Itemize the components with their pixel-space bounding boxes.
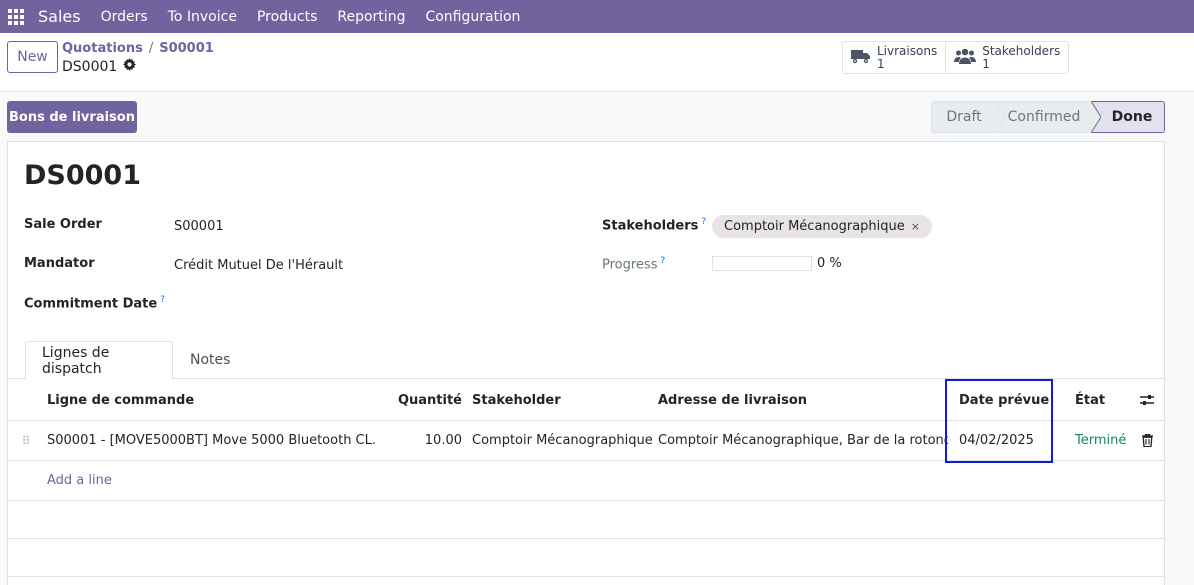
table-row[interactable]: ⠿ S00001 - [MOVE5000BT] Move 5000 Blueto… <box>8 421 1164 461</box>
breadcrumb-separator: / <box>148 41 154 56</box>
progress-text: 0 % <box>817 256 842 271</box>
stakeholder-tag[interactable]: Comptoir Mécanographique × <box>712 215 932 238</box>
help-icon[interactable]: ? <box>660 256 665 266</box>
current-record: DS0001 <box>62 58 137 75</box>
smart-title: Livraisons <box>877 43 938 58</box>
col-stakeholder[interactable]: Stakeholder <box>472 380 652 420</box>
notebook-tabs: Lignes de dispatch Notes <box>8 341 1164 380</box>
truck-icon <box>851 48 871 68</box>
col-date-prevue[interactable]: Date prévue <box>959 380 1055 420</box>
mandator-value[interactable]: Crédit Mutuel De l'Hérault <box>174 258 343 273</box>
empty-row <box>8 501 1164 539</box>
gear-icon[interactable] <box>123 58 137 75</box>
stakeholders-smart-button[interactable]: Stakeholders 1 <box>945 42 1068 73</box>
label-text: Stakeholders <box>602 218 699 234</box>
menu-products[interactable]: Products <box>247 9 327 25</box>
label-text: Sale Order <box>24 217 102 232</box>
breadcrumb-quotations[interactable]: Quotations <box>62 41 143 56</box>
help-icon[interactable]: ? <box>160 295 165 305</box>
progress-bar <box>712 256 812 271</box>
menu-reporting[interactable]: Reporting <box>327 9 415 25</box>
stage-confirmed[interactable]: Confirmed <box>996 101 1101 133</box>
stage-done[interactable]: Done <box>1092 101 1165 133</box>
commitment-date-label: Commitment Date? <box>24 295 165 311</box>
cell-adresse[interactable]: Comptoir Mécanographique, Bar de la roto… <box>658 421 948 460</box>
stage-label: Confirmed <box>1007 109 1081 125</box>
sale-order-label: Sale Order <box>24 217 102 232</box>
add-line-row: Add a line <box>8 461 1164 501</box>
menu-to-invoice[interactable]: To Invoice <box>158 9 247 25</box>
stage-draft[interactable]: Draft <box>931 101 1005 133</box>
cell-stakeholder[interactable]: Comptoir Mécanographique <box>472 421 652 460</box>
tag-remove-icon[interactable]: × <box>911 220 920 233</box>
col-adresse-de-livraison[interactable]: Adresse de livraison <box>658 380 948 420</box>
app-name[interactable]: Sales <box>38 7 81 26</box>
cell-date-prevue[interactable]: 04/02/2025 <box>959 421 1055 460</box>
stakeholders-label: Stakeholders? <box>602 217 706 233</box>
smart-buttons: Livraisons 1 Stakeholders 1 <box>842 41 1070 74</box>
label-text: Commitment Date <box>24 296 158 312</box>
smart-value: 1 <box>982 56 990 71</box>
smart-title: Stakeholders <box>982 43 1061 58</box>
breadcrumb-order[interactable]: S00001 <box>159 41 214 56</box>
optional-columns-icon[interactable] <box>1136 380 1158 420</box>
stage-label: Done <box>1111 109 1153 125</box>
col-quantite[interactable]: Quantité <box>388 380 462 420</box>
mandator-label: Mandator <box>24 256 95 271</box>
status-bar: Draft Confirmed Done <box>931 101 1165 133</box>
drag-handle-icon[interactable]: ⠿ <box>18 421 34 460</box>
tab-lignes-de-dispatch[interactable]: Lignes de dispatch <box>25 341 173 380</box>
sale-order-value[interactable]: S00001 <box>174 219 224 234</box>
users-icon <box>954 48 977 68</box>
cell-etat: Terminé <box>1075 433 1127 448</box>
stage-chevron <box>1091 101 1101 133</box>
label-text: Progress <box>602 257 658 273</box>
top-navbar: Sales Orders To Invoice Products Reporti… <box>0 0 1194 33</box>
dispatch-lines-table: Ligne de commande Quantité Stakeholder A… <box>8 380 1164 577</box>
record-name: DS0001 <box>62 58 118 75</box>
add-a-line-link[interactable]: Add a line <box>47 461 377 500</box>
col-ligne-de-commande[interactable]: Ligne de commande <box>47 380 377 420</box>
form-sheet: DS0001 Sale Order S00001 Mandator Crédit… <box>7 141 1165 585</box>
help-icon[interactable]: ? <box>701 217 706 227</box>
stage-label: Draft <box>946 109 982 125</box>
table-header: Ligne de commande Quantité Stakeholder A… <box>8 380 1164 421</box>
trash-icon[interactable] <box>1136 421 1158 460</box>
tag-label: Comptoir Mécanographique <box>724 219 905 234</box>
livraisons-smart-button[interactable]: Livraisons 1 <box>843 42 945 73</box>
cell-ligne[interactable]: S00001 - [MOVE5000BT] Move 5000 Bluetoot… <box>47 421 377 460</box>
bons-de-livraison-button[interactable]: Bons de livraison <box>7 101 137 133</box>
empty-row <box>8 539 1164 577</box>
cell-quantite[interactable]: 10.00 <box>388 421 462 460</box>
smart-value: 1 <box>877 56 885 71</box>
record-title: DS0001 <box>24 160 142 191</box>
col-etat[interactable]: État <box>1075 380 1135 420</box>
menu-configuration[interactable]: Configuration <box>415 9 530 25</box>
apps-menu-icon[interactable] <box>0 0 32 33</box>
control-panel: New Quotations / S00001 DS0001 Livraisons … <box>0 33 1194 92</box>
new-button[interactable]: New <box>7 41 58 73</box>
menu-orders[interactable]: Orders <box>91 9 158 25</box>
progress-label: Progress? <box>602 256 665 272</box>
breadcrumb: Quotations / S00001 <box>62 41 214 56</box>
stage-chevron <box>995 101 1005 133</box>
tab-notes[interactable]: Notes <box>174 341 246 379</box>
